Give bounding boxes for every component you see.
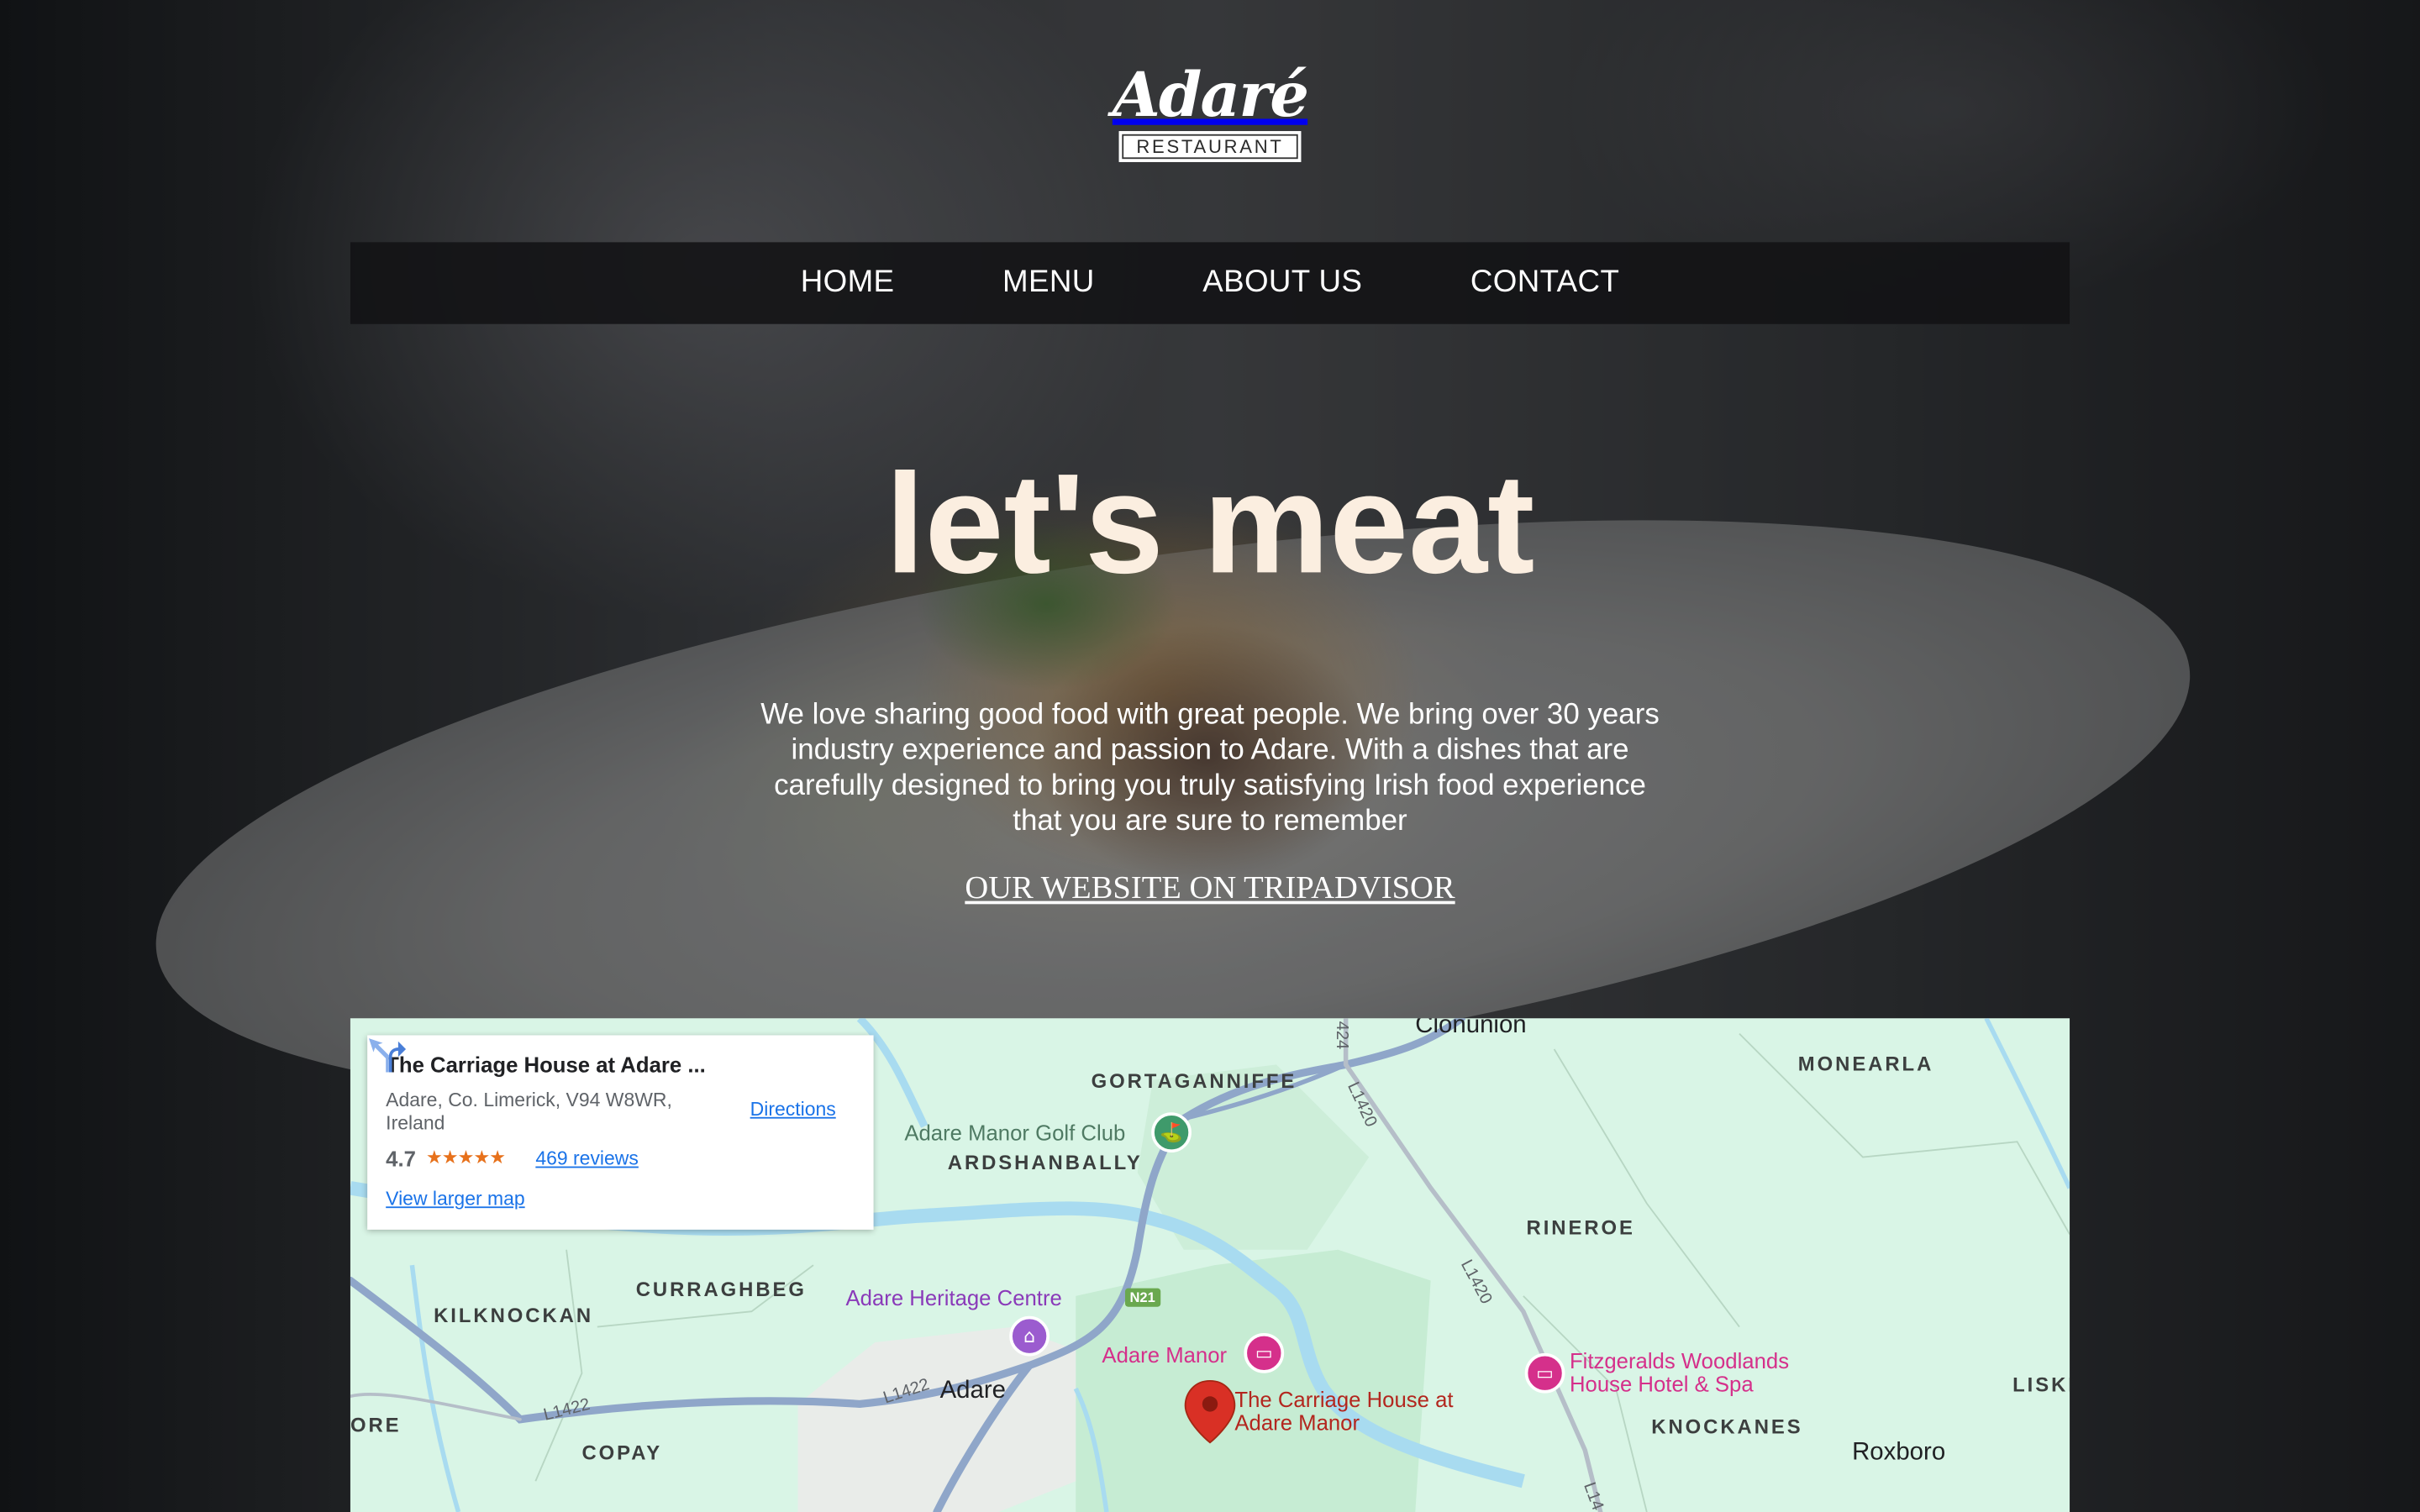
nav-item-about-us[interactable]: ABOUT US <box>1202 265 1362 301</box>
main-nav: HOME MENU ABOUT US CONTACT <box>350 242 2070 324</box>
place-title: The Carriage House at Adare ... <box>386 1052 706 1078</box>
page: Adaré RESTAURANT HOME MENU ABOUT US CONT… <box>0 0 2420 1512</box>
map-label-curraghbeg: CURRAGHBEG <box>635 1277 807 1301</box>
map-label-copay: COPAY <box>581 1441 663 1465</box>
hero-description: We love sharing good food with great peo… <box>760 699 1660 838</box>
directions-link[interactable]: Directions <box>750 1099 836 1121</box>
map-label-ardshanbally: ARDSHANBALLY <box>947 1151 1143 1174</box>
map-label-monearla: MONEARLA <box>1797 1052 1934 1076</box>
map-label-heritage-centre: Adare Heritage Centre <box>845 1285 1062 1310</box>
hotel-icon: ▭ <box>1244 1332 1285 1373</box>
logo-wordmark: Adaré <box>1112 58 1309 132</box>
golf-icon: ⛳ <box>1151 1112 1192 1153</box>
logo-tagline: RESTAURANT <box>1119 131 1301 162</box>
logo[interactable]: Adaré RESTAURANT <box>1081 61 1340 170</box>
map-label-fitzgeralds[interactable]: Fitzgeralds Woodlands House Hotel & Spa <box>1570 1349 1848 1396</box>
stream <box>1984 1018 2070 1189</box>
map-label-rineroe: RINEROE <box>1526 1215 1635 1239</box>
tripadvisor-link[interactable]: OUR WEBSITE ON TRIPADVISOR <box>747 869 1673 907</box>
museum-icon: ⌂ <box>1009 1315 1050 1357</box>
map-label-adare-manor: Adare Manor <box>1102 1341 1228 1368</box>
embedded-map[interactable]: Clonunion GORTAGANNIFFE MONEARLA Adare M… <box>350 1018 2070 1512</box>
map-label-carriage-house[interactable]: The Carriage House at Adare Manor <box>1234 1388 1466 1435</box>
hero-title: let's meat <box>885 445 1535 604</box>
map-label-adare: Adare <box>939 1378 1007 1404</box>
map-label-clonunion: Clonunion <box>1415 1018 1527 1039</box>
nav-item-contact[interactable]: CONTACT <box>1470 265 1619 301</box>
road-shield-n21: N21 <box>1124 1288 1160 1307</box>
reviews-link[interactable]: 469 reviews <box>535 1148 639 1170</box>
map-label-gortaganniffe: GORTAGANNIFFE <box>1091 1068 1297 1093</box>
rating-stars: ★★★★★ <box>425 1146 506 1168</box>
map-label-roxboro: Roxboro <box>1852 1439 1946 1466</box>
place-address: Adare, Co. Limerick, V94 W8WR, Ireland <box>386 1089 672 1135</box>
hotel-icon: ▭ <box>1524 1352 1565 1394</box>
map-label-kilknockan: KILKNOCKAN <box>434 1304 594 1327</box>
map-label-golf-club: Adare Manor Golf Club <box>904 1120 1126 1145</box>
map-label-ore: ORE <box>350 1413 402 1437</box>
place-rating: 4.7 <box>386 1146 416 1172</box>
stream <box>409 1264 461 1512</box>
nav-item-home[interactable]: HOME <box>801 265 895 301</box>
map-label-liski: LISKI <box>2012 1373 2070 1397</box>
directions-icon[interactable] <box>367 1035 408 1075</box>
place-info-card: The Carriage House at Adare ... Adare, C… <box>367 1035 874 1230</box>
nav-item-menu[interactable]: MENU <box>1002 265 1095 301</box>
map-label-knockanes: KNOCKANES <box>1651 1415 1803 1438</box>
road-label-424: 424 <box>1332 1021 1351 1050</box>
view-larger-map-link[interactable]: View larger map <box>386 1188 524 1210</box>
